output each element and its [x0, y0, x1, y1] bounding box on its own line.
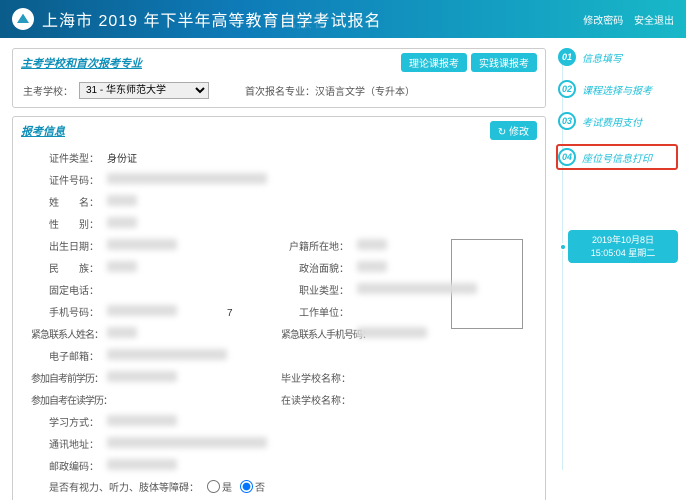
work-label: 工作单位 [281, 304, 353, 319]
political-value [357, 261, 527, 275]
logo-icon [12, 8, 34, 30]
tel-label: 固定电话 [31, 282, 103, 297]
timestamp-date: 2019年10月8日 [574, 234, 672, 247]
contact-tel-value [357, 327, 527, 341]
study-mode-value [107, 415, 527, 429]
job-value [357, 283, 527, 297]
modify-button[interactable]: 修改 [490, 121, 537, 140]
school-major-card: 主考学校和首次报考专业 理论课报考 实践课报考 主考学校： 31 - 华东师范大… [12, 48, 546, 108]
email-label: 电子邮箱 [31, 348, 103, 363]
header-ghost-text: 试报名 [280, 8, 328, 32]
in-school-label: 在读学校名称 [281, 392, 353, 407]
contact-tel-label: 紧急联系人手机号码 [281, 326, 353, 341]
post-value [107, 459, 277, 473]
logout-link[interactable]: 安全退出 [634, 16, 674, 27]
mobile-label: 手机号码 [31, 304, 103, 319]
email-value [107, 349, 527, 363]
step-3[interactable]: 03 考试费用支付 [558, 112, 678, 130]
info-card: 报考信息 修改 证件类型 身份证 证件号码 姓 名 性 别 出生日期 [12, 116, 546, 500]
step-2-text: 课程选择与报考 [582, 82, 652, 97]
step-3-num: 03 [558, 112, 576, 130]
huji-label: 户籍所在地 [281, 238, 353, 253]
main-content: 主考学校和首次报考专业 理论课报考 实践课报考 主考学校： 31 - 华东师范大… [0, 38, 558, 500]
job-label: 职业类型 [281, 282, 353, 297]
political-label: 政治面貌 [281, 260, 353, 275]
nation-value [107, 261, 277, 275]
header-actions: 修改密码 安全退出 [575, 12, 674, 27]
card1-title: 主考学校和首次报考专业 [21, 55, 142, 71]
id-type-label: 证件类型 [31, 150, 103, 165]
change-password-link[interactable]: 修改密码 [583, 16, 623, 27]
contact-label: 紧急联系人姓名 [31, 326, 103, 341]
step-4-num: 04 [558, 148, 576, 166]
timestamp-dot [559, 243, 567, 251]
side-timeline: 01 信息填写 02 课程选择与报考 03 考试费用支付 04 座位号信息打印 … [558, 38, 686, 500]
post-label: 邮政编码 [31, 458, 103, 473]
page-title: 上海市 2019 年下半年高等教育自学考试报名 [42, 7, 382, 31]
step-1-num: 01 [558, 48, 576, 66]
timestamp-time: 15:05:04 星期二 [574, 247, 672, 260]
theory-exam-button[interactable]: 理论课报考 [401, 53, 467, 72]
timestamp-badge: 2019年10月8日 15:05:04 星期二 [568, 230, 678, 263]
disability-question-row: 是否有视力、听力、肢体等障碍： 是 否 [31, 479, 527, 494]
step-1-text: 信息填写 [582, 50, 622, 65]
school-select[interactable]: 31 - 华东师范大学 [79, 82, 209, 99]
addr-value [107, 437, 527, 451]
birth-label: 出生日期 [31, 238, 103, 253]
gender-value [107, 217, 527, 231]
grad-school-label: 毕业学校名称 [281, 370, 353, 385]
mobile-value: 7 [107, 304, 277, 319]
addr-label: 通讯地址 [31, 436, 103, 451]
pre-edu-value [107, 371, 277, 385]
in-edu-label: 参加自考在读学历 [31, 392, 103, 407]
practice-exam-button[interactable]: 实践课报考 [471, 53, 537, 72]
contact-value [107, 327, 277, 341]
huji-value [357, 239, 527, 253]
nation-label: 民 族 [31, 260, 103, 275]
disability-question: 是否有视力、听力、肢体等障碍： [49, 479, 199, 494]
name-label: 姓 名 [31, 194, 103, 209]
gender-label: 性 别 [31, 216, 103, 231]
step-2[interactable]: 02 课程选择与报考 [558, 80, 678, 98]
step-2-num: 02 [558, 80, 576, 98]
study-mode-label: 学习方式 [31, 414, 103, 429]
app-header: 上海市 2019 年下半年高等教育自学考试报名 试报名 修改密码 安全退出 [0, 0, 686, 38]
disability-yes[interactable]: 是 [207, 479, 232, 494]
school-label: 主考学校： [23, 83, 73, 98]
id-no-value [107, 173, 527, 187]
step-4[interactable]: 04 座位号信息打印 [556, 144, 678, 170]
step-4-text: 座位号信息打印 [582, 150, 652, 165]
id-no-label: 证件号码 [31, 172, 103, 187]
step-3-text: 考试费用支付 [582, 114, 642, 129]
info-grid: 证件类型 身份证 证件号码 姓 名 性 别 出生日期 户籍所在地 民 族 政治面… [31, 150, 527, 473]
card2-title: 报考信息 [21, 123, 65, 139]
birth-value [107, 239, 277, 253]
disability-no[interactable]: 否 [240, 479, 265, 494]
id-type-value: 身份证 [107, 150, 527, 165]
pre-edu-label: 参加自考前学历 [31, 370, 103, 385]
first-major-label: 首次报名专业：汉语言文学（专升本） [245, 83, 415, 98]
name-value [107, 195, 527, 209]
step-1[interactable]: 01 信息填写 [558, 48, 678, 66]
